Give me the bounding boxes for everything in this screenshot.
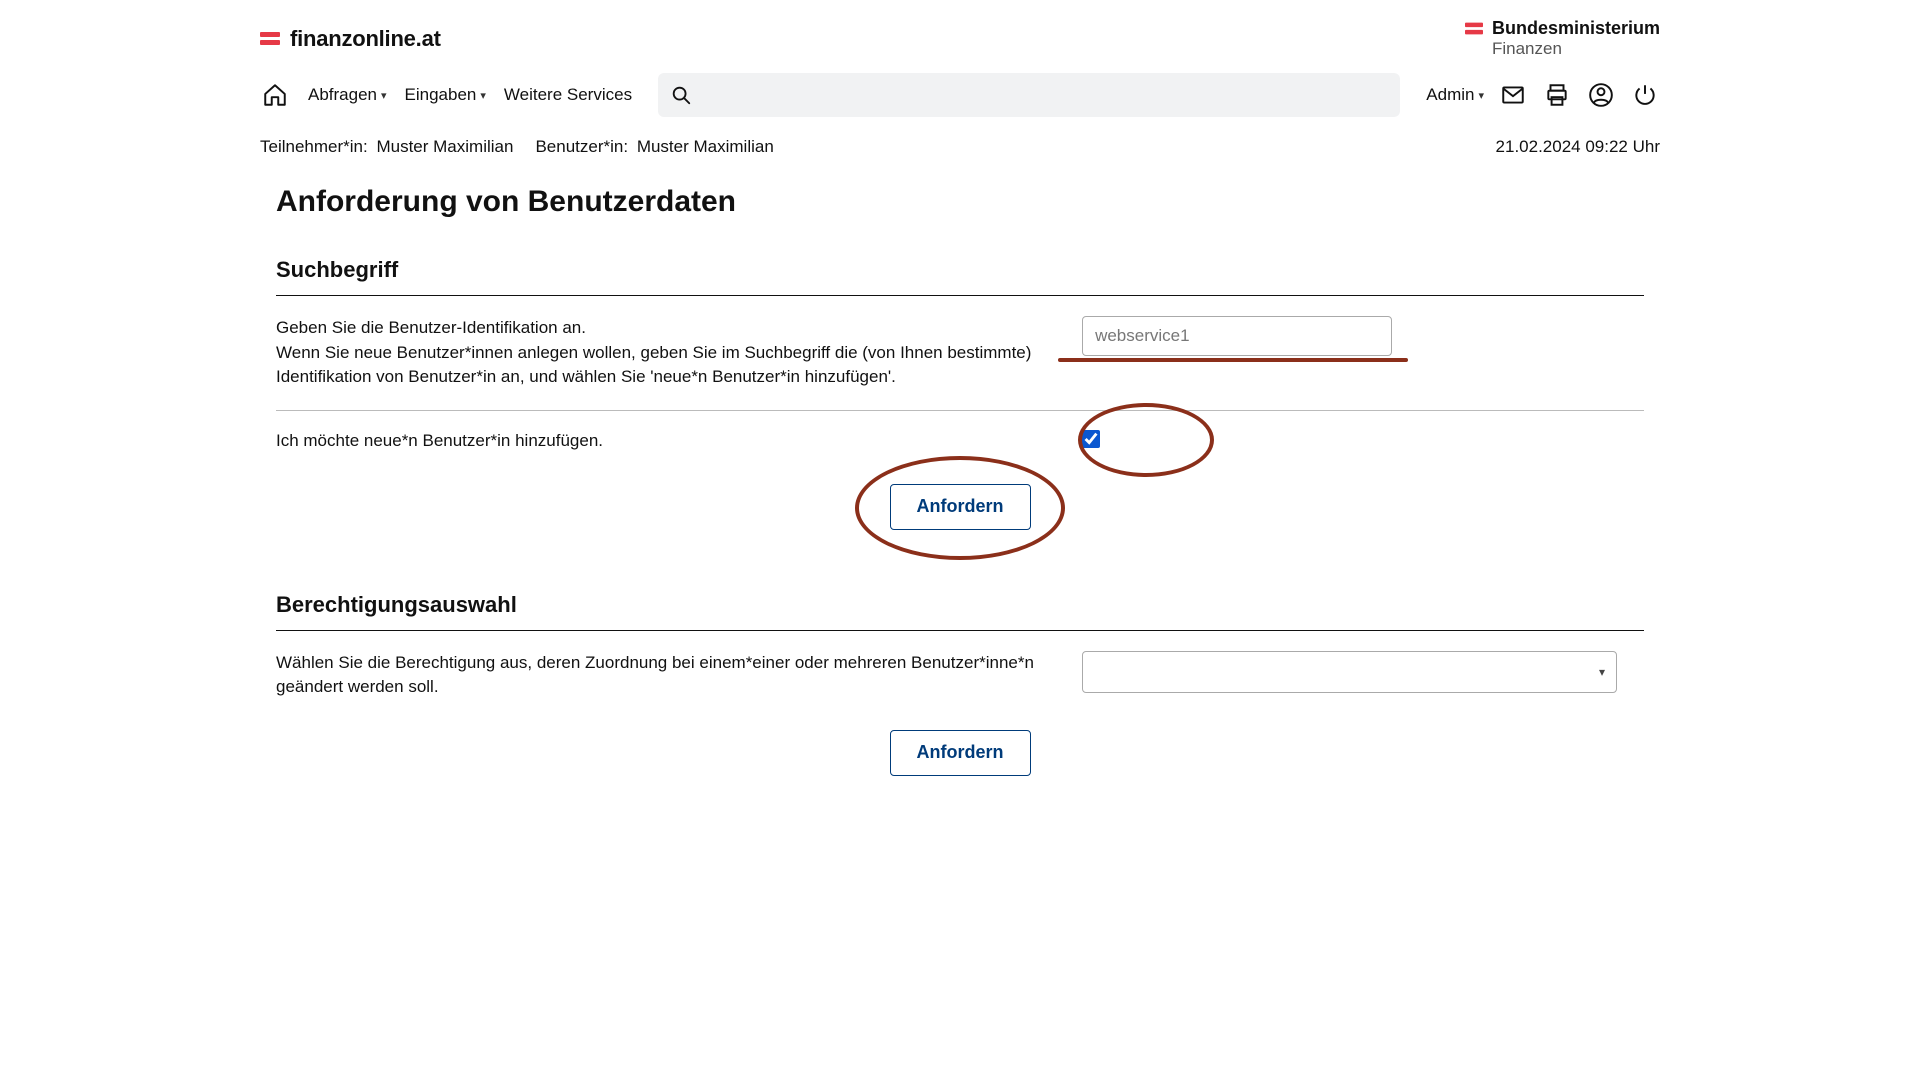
nav-label: Abfragen — [308, 85, 377, 105]
section-heading-suchbegriff: Suchbegriff — [276, 257, 1644, 283]
power-icon[interactable] — [1630, 80, 1660, 110]
site-logo[interactable]: finanzonline.at — [260, 26, 441, 52]
anfordern-button-1[interactable]: Anfordern — [890, 484, 1031, 530]
timestamp: 21.02.2024 09:22 Uhr — [1496, 137, 1660, 157]
benutzer-value: Muster Maximilian — [637, 137, 774, 156]
search-icon — [670, 84, 692, 106]
print-icon[interactable] — [1542, 80, 1572, 110]
search-input[interactable] — [692, 86, 1388, 104]
add-user-checkbox[interactable] — [1082, 430, 1100, 448]
benutzer-info: Benutzer*in: Muster Maximilian — [535, 137, 773, 157]
nav-label: Eingaben — [405, 85, 477, 105]
benutzer-id-input[interactable] — [1082, 316, 1392, 356]
section-heading-berechtigung: Berechtigungsauswahl — [276, 592, 1644, 618]
flag-icon — [1465, 23, 1483, 35]
user-icon[interactable] — [1586, 80, 1616, 110]
flag-icon — [260, 32, 280, 45]
nav-label: Admin — [1426, 85, 1474, 105]
anfordern-button-2[interactable]: Anfordern — [890, 730, 1031, 776]
ministry-name: Bundesministerium — [1492, 18, 1660, 39]
annotation-underline — [1058, 358, 1408, 362]
teilnehmer-info: Teilnehmer*in: Muster Maximilian — [260, 137, 513, 157]
site-name: finanzonline.at — [290, 26, 441, 52]
home-icon[interactable] — [260, 80, 290, 110]
suchbegriff-description: Geben Sie die Benutzer-Identifikation an… — [276, 316, 1042, 390]
nav-label: Weitere Services — [504, 85, 632, 105]
nav-eingaben[interactable]: Eingaben ▾ — [405, 85, 486, 105]
desc-line: Geben Sie die Benutzer-Identifikation an… — [276, 316, 1042, 341]
ministry-sub: Finanzen — [1492, 39, 1660, 59]
chevron-down-icon: ▾ — [480, 89, 486, 102]
desc-line: Wenn Sie neue Benutzer*innen anlegen wol… — [276, 341, 1042, 390]
nav-admin[interactable]: Admin ▾ — [1426, 85, 1484, 105]
berechtigung-select[interactable] — [1082, 651, 1617, 693]
chevron-down-icon: ▾ — [381, 89, 387, 102]
berechtigung-description: Wählen Sie die Berechtigung aus, deren Z… — [276, 651, 1042, 700]
nav-weitere-services[interactable]: Weitere Services — [504, 85, 632, 105]
teilnehmer-label: Teilnehmer*in: — [260, 137, 368, 156]
search-bar[interactable] — [658, 73, 1400, 117]
benutzer-label: Benutzer*in: — [535, 137, 628, 156]
chevron-down-icon: ▾ — [1478, 89, 1484, 102]
teilnehmer-value: Muster Maximilian — [376, 137, 513, 156]
nav-abfragen[interactable]: Abfragen ▾ — [308, 85, 387, 105]
mail-icon[interactable] — [1498, 80, 1528, 110]
page-title: Anforderung von Benutzerdaten — [276, 185, 1644, 219]
ministry-logo: Bundesministerium Finanzen — [1464, 18, 1660, 59]
checkbox-label: Ich möchte neue*n Benutzer*in hinzufügen… — [276, 429, 1042, 454]
